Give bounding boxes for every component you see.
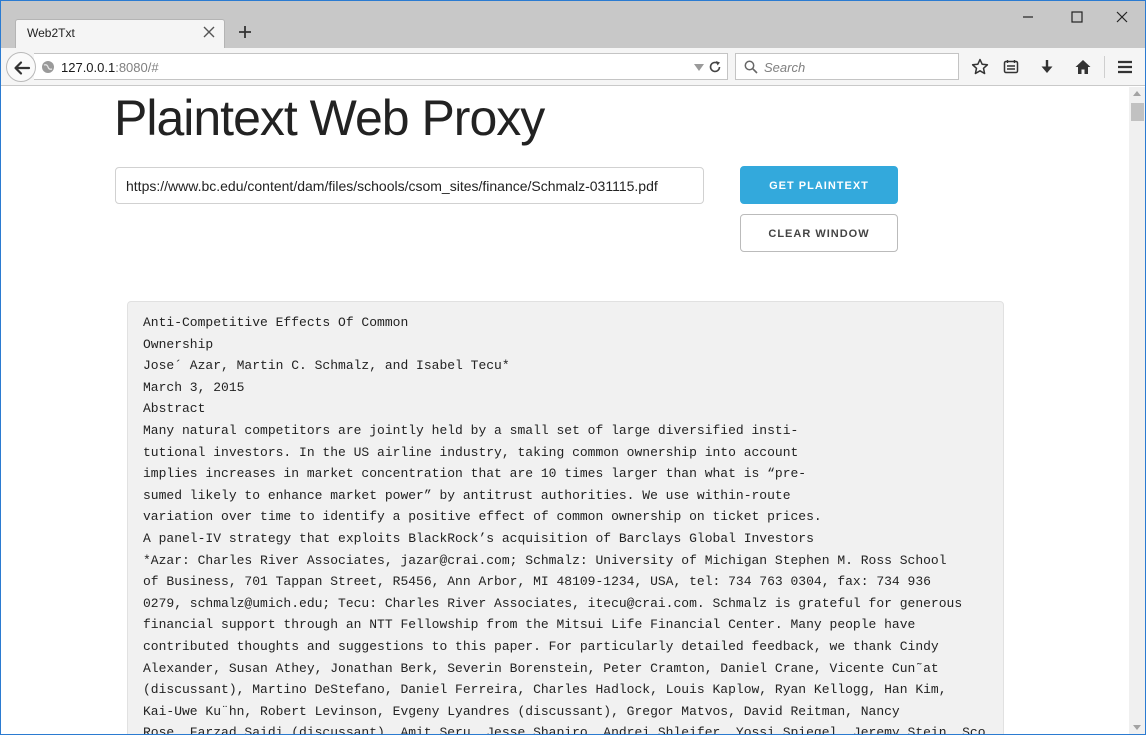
title-bar: Web2Txt xyxy=(1,1,1145,49)
output-line: Many natural competitors are jointly hel… xyxy=(143,423,799,438)
scroll-up-arrow[interactable] xyxy=(1133,91,1141,96)
url-input[interactable] xyxy=(115,167,704,204)
home-icon[interactable] xyxy=(1074,58,1092,76)
page-title: Plaintext Web Proxy xyxy=(114,90,545,146)
back-arrow-icon xyxy=(14,61,31,75)
scroll-down-arrow[interactable] xyxy=(1133,725,1141,730)
output-line: 0279, schmalz@umich.edu; Tecu: Charles R… xyxy=(143,595,963,611)
close-icon[interactable] xyxy=(202,25,216,39)
output-line: Abstract xyxy=(143,401,206,417)
vertical-scrollbar[interactable] xyxy=(1129,87,1145,734)
output-line: variation over time to identify a positi… xyxy=(143,509,822,525)
clear-window-button[interactable]: CLEAR WINDOW xyxy=(740,214,898,252)
back-button[interactable] xyxy=(6,52,36,82)
menu-icon[interactable] xyxy=(1116,58,1134,76)
maximize-icon[interactable] xyxy=(1067,7,1087,27)
output-line: Alexander, Susan Athey, Jonathan Berk, S… xyxy=(143,660,939,676)
search-bar[interactable]: Search xyxy=(735,53,959,80)
output-line: Anti-Competitive Effects Of Common xyxy=(143,315,409,330)
output-line: of Business, 701 Tappan Street, R5456, A… xyxy=(143,574,931,590)
tab-title: Web2Txt xyxy=(27,26,75,40)
url-host: 127.0.0.1 xyxy=(61,60,116,75)
url-text: 127.0.0.1:8080/# xyxy=(61,60,159,75)
output-line: Rose, Farzad Saidi (discussant), Amit Se… xyxy=(143,725,986,735)
plaintext-output: Anti-Competitive Effects Of Common Owner… xyxy=(127,301,1004,735)
output-line: Kai-Uwe Ku¨hn, Robert Levinson, Evgeny L… xyxy=(143,703,900,719)
toolbar-separator xyxy=(1104,56,1105,78)
address-bar[interactable]: 127.0.0.1:8080/# xyxy=(34,53,728,80)
search-icon xyxy=(744,60,758,74)
output-line: contributed thoughts and suggestions to … xyxy=(143,639,939,654)
search-placeholder: Search xyxy=(764,60,806,75)
window-close-icon[interactable] xyxy=(1112,7,1132,27)
output-line: *Azar: Charles River Associates, jazar@c… xyxy=(143,552,947,568)
output-line: sumed likely to enhance market power” by… xyxy=(143,487,791,503)
download-icon[interactable] xyxy=(1038,58,1056,76)
output-line: implies increases in market concentratio… xyxy=(143,466,807,482)
globe-icon xyxy=(42,61,54,73)
dropdown-icon[interactable] xyxy=(694,64,704,72)
output-line: (discussant), Martino DeStefano, Daniel … xyxy=(143,682,947,698)
output-line: March 3, 2015 xyxy=(143,379,245,395)
minimize-icon[interactable] xyxy=(1018,7,1038,27)
get-plaintext-button[interactable]: GET PLAINTEXT xyxy=(740,166,898,204)
star-icon[interactable] xyxy=(971,58,989,76)
nav-bar: 127.0.0.1:8080/# Search xyxy=(1,48,1145,86)
output-line: Jose´ Azar, Martin C. Schmalz, and Isabe… xyxy=(143,358,510,374)
scroll-thumb[interactable] xyxy=(1131,103,1144,121)
reload-icon[interactable] xyxy=(708,60,722,74)
browser-window: Web2Txt 127.0.0.1:8080/# Search Plaintex… xyxy=(0,0,1146,735)
output-line: financial support through an NTT Fellows… xyxy=(143,617,916,633)
tab-web2txt[interactable]: Web2Txt xyxy=(15,19,225,49)
output-line: A panel-IV strategy that exploits BlackR… xyxy=(143,531,814,546)
url-path: :8080/# xyxy=(115,60,159,75)
output-line: tutional investors. In the US airline in… xyxy=(143,444,799,460)
reader-icon[interactable] xyxy=(1002,58,1020,76)
plus-icon[interactable] xyxy=(237,24,253,40)
output-line: Ownership xyxy=(143,336,214,352)
page-content: Plaintext Web Proxy GET PLAINTEXT CLEAR … xyxy=(1,87,1129,735)
